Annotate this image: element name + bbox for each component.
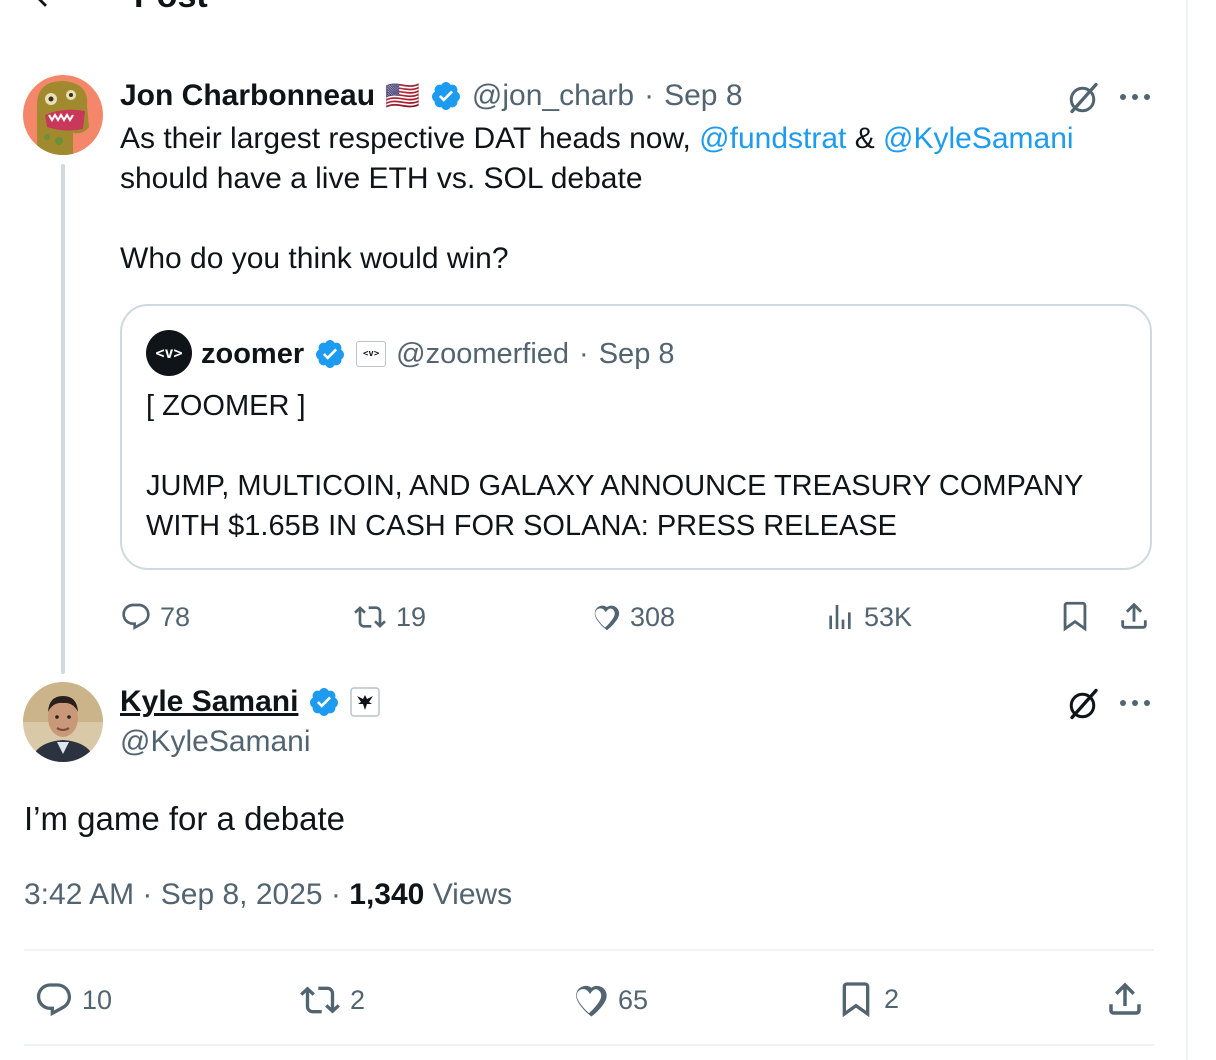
separator-dot: · (579, 338, 589, 370)
grok-icon[interactable] (1066, 686, 1102, 722)
author-name[interactable]: Jon Charbonneau (120, 78, 375, 114)
reply-icon (36, 983, 72, 1017)
repost-button[interactable]: 2 (298, 980, 365, 1020)
mention-kylesamani[interactable]: @KyleSamani (883, 122, 1074, 155)
separator-dot: · (644, 79, 655, 112)
more-icon[interactable] (1118, 696, 1152, 710)
post-date[interactable]: Sep 8 (664, 78, 742, 114)
verified-icon (316, 340, 345, 368)
author-handle[interactable]: @jon_charb (472, 78, 634, 114)
separator-dot: · (330, 878, 341, 911)
like-count: 65 (618, 985, 649, 1015)
post-meta: 3:42 AM · Sep 8, 2025 · 1,340 Views (24, 875, 512, 915)
views-label: Views (432, 878, 513, 911)
like-icon (594, 605, 620, 631)
divider (24, 949, 1154, 951)
post-time[interactable]: 3:42 AM (24, 878, 134, 911)
post-text-question: Who do you think would win? (120, 242, 509, 275)
thread-connector (61, 164, 65, 674)
affiliate-badge-icon: <v> (356, 341, 387, 367)
repost-icon (354, 606, 386, 628)
grok-icon[interactable] (1066, 80, 1102, 116)
quote-date[interactable]: Sep 8 (599, 336, 675, 372)
post-text: I’m game for a debate (24, 800, 346, 837)
repost-icon (300, 986, 340, 1014)
quote-avatar[interactable]: <v> (146, 330, 192, 376)
quote-author-name[interactable]: zoomer (201, 336, 304, 372)
flag-icon: 🇺🇸 (385, 80, 420, 111)
reply-count: 10 (82, 985, 113, 1015)
verified-icon (431, 82, 460, 110)
avatar-kyle-samani[interactable] (23, 682, 103, 762)
share-icon[interactable] (1104, 978, 1146, 1020)
repost-count: 19 (396, 602, 427, 632)
avatar-jon-charbonneau[interactable] (23, 75, 103, 155)
quote-author-handle[interactable]: @zoomerfied (396, 336, 569, 372)
divider (24, 1044, 1154, 1046)
like-icon (576, 985, 607, 1017)
bookmark-icon[interactable] (1058, 598, 1092, 634)
views-icon (829, 605, 851, 629)
like-button[interactable]: 65 (568, 980, 648, 1020)
like-button[interactable]: 308 (588, 600, 675, 634)
post-text: As their largest respective DAT heads no… (120, 119, 1170, 159)
bookmark-button[interactable]: 2 (836, 978, 899, 1020)
repost-button[interactable]: 19 (352, 600, 426, 634)
quote-text: [ ZOOMER ] JUMP, MULTICOIN, AND GALAXY A… (146, 390, 1084, 542)
more-icon[interactable] (1118, 90, 1152, 104)
bookmark-icon (842, 982, 870, 1018)
views-count: 53K (864, 602, 913, 632)
reply-button[interactable]: 10 (34, 980, 112, 1020)
like-count: 308 (630, 602, 676, 632)
timeline-border (1186, 0, 1188, 1060)
bookmark-count: 2 (884, 984, 900, 1014)
post-text-part: As their largest respective DAT heads no… (120, 122, 700, 155)
mention-fundstrat[interactable]: @fundstrat (699, 122, 846, 155)
author-name[interactable]: Kyle Samani (120, 684, 298, 720)
share-icon[interactable] (1117, 598, 1151, 634)
verified-icon (310, 688, 339, 716)
back-arrow-icon[interactable] (28, 0, 62, 12)
repost-count: 2 (350, 985, 366, 1015)
post-text-line: should have a live ETH vs. SOL debate (120, 162, 643, 195)
post-date[interactable]: Sep 8, 2025 (161, 878, 323, 911)
reply-button[interactable]: 78 (120, 600, 190, 634)
separator-dot: · (142, 878, 153, 911)
page-title: Post (134, 0, 208, 14)
author-handle[interactable]: @KyleSamani (120, 724, 311, 760)
affiliate-badge-icon[interactable] (350, 687, 381, 717)
reply-icon (122, 603, 150, 630)
views-count: 1,340 (349, 878, 425, 911)
ampersand: & (846, 122, 884, 155)
views-button[interactable]: 53K (824, 600, 912, 634)
reply-count: 78 (160, 602, 191, 632)
